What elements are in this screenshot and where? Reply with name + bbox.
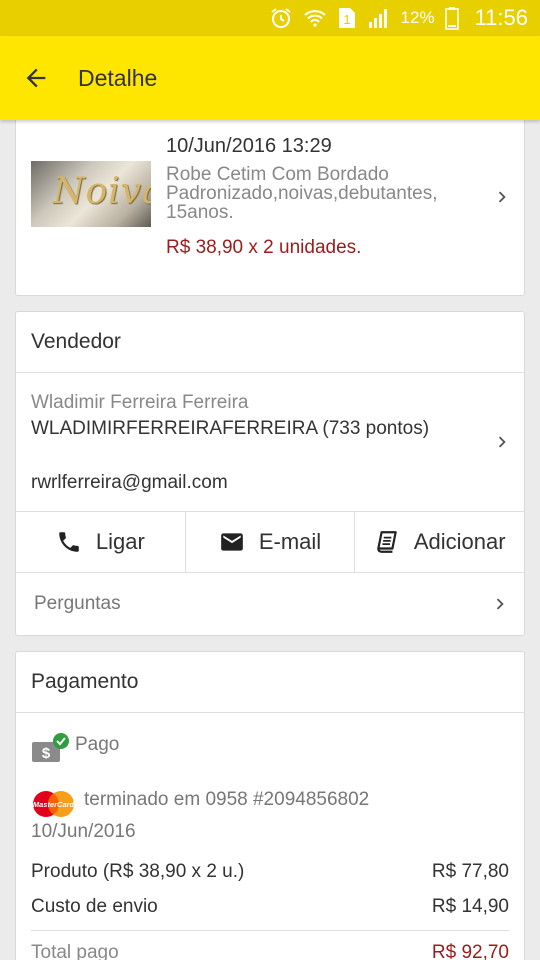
status-bar: 1 12% 11:56 [0, 0, 540, 36]
row-value: R$ 14,90 [431, 896, 509, 917]
questions-link[interactable]: Perguntas [16, 573, 524, 635]
add-contact-button[interactable]: Adicionar [355, 512, 524, 572]
card-info: terminado em 0958 #2094856802 [84, 789, 370, 810]
battery-icon [444, 6, 459, 30]
product-name: Robe Cetim Com Bordado Padronizado,noiva… [166, 164, 438, 223]
row-label: Produto (R$ 38,90 x 2 u.) [31, 861, 245, 882]
address-book-icon [377, 531, 397, 553]
row-label: Total pago [31, 942, 119, 960]
divider [16, 712, 524, 713]
svg-text:1: 1 [343, 12, 350, 27]
page-title: Detalhe [78, 65, 158, 91]
payment-row-total: Total pago R$ 92,70 [31, 942, 509, 960]
clock: 11:56 [474, 5, 528, 30]
purchase-date: 10/Jun/2016 13:29 [166, 135, 332, 157]
questions-label: Perguntas [34, 593, 121, 614]
product-price: R$ 38,90 x 2 unidades. [166, 237, 362, 258]
seller-actions: Ligar E-mail Adicionar [16, 512, 524, 572]
status-icons: 1 12% 11:56 [269, 0, 528, 36]
alarm-icon [269, 6, 293, 30]
wifi-icon [303, 6, 327, 30]
payment-section-title: Pagamento [31, 670, 139, 693]
payment-card: Pagamento $ Pago MasterCard terminado em… [15, 651, 525, 960]
arrow-left-icon [26, 68, 46, 88]
battery-percent: 12% [400, 8, 435, 27]
chevron-right-icon [490, 185, 514, 209]
seller-nickname: WLADIMIRFERREIRAFERREIRA (733 pontos) [31, 418, 430, 439]
money-paid-icon: $ [31, 732, 75, 772]
svg-text:$: $ [42, 745, 51, 762]
row-value: R$ 92,70 [431, 942, 509, 960]
sim-icon: 1 [337, 6, 357, 30]
product-card[interactable]: Noiva 10/Jun/2016 13:29 Robe Cetim Com B… [15, 120, 525, 296]
seller-section-title: Vendedor [31, 330, 121, 353]
signal-icon [367, 6, 391, 30]
call-label: Ligar [95, 529, 145, 554]
divider [31, 930, 509, 931]
phone-icon [59, 532, 79, 552]
payment-row-product: Produto (R$ 38,90 x 2 u.) R$ 77,80 [31, 861, 509, 883]
mail-icon [220, 533, 243, 551]
mastercard-logo: MasterCard [31, 790, 76, 818]
chevron-right-icon [490, 430, 514, 454]
email-button[interactable]: E-mail [186, 512, 356, 572]
divider [16, 372, 524, 373]
row-label: Custo de envio [31, 896, 158, 917]
content: Noiva 10/Jun/2016 13:29 Robe Cetim Com B… [0, 120, 540, 960]
product-image-text: Noiva [53, 171, 151, 212]
row-value: R$ 77,80 [431, 861, 509, 882]
payment-status: Pago [75, 734, 120, 755]
app-bar: Detalhe [0, 36, 540, 120]
seller-name: Wladimir Ferreira Ferreira [31, 392, 249, 413]
payment-row-shipping: Custo de envio R$ 14,90 [31, 896, 509, 918]
email-label: E-mail [258, 529, 322, 554]
svg-text:MasterCard: MasterCard [33, 800, 75, 809]
chevron-right-icon [488, 592, 512, 616]
add-contact-label: Adicionar [413, 529, 506, 554]
seller-email: rwrlferreira@gmail.com [31, 472, 228, 493]
call-button[interactable]: Ligar [16, 512, 186, 572]
seller-card: Vendedor Wladimir Ferreira Ferreira WLAD… [15, 311, 525, 636]
payment-date: 10/Jun/2016 [31, 821, 136, 842]
product-image: Noiva [31, 161, 151, 227]
back-button[interactable] [18, 62, 54, 94]
